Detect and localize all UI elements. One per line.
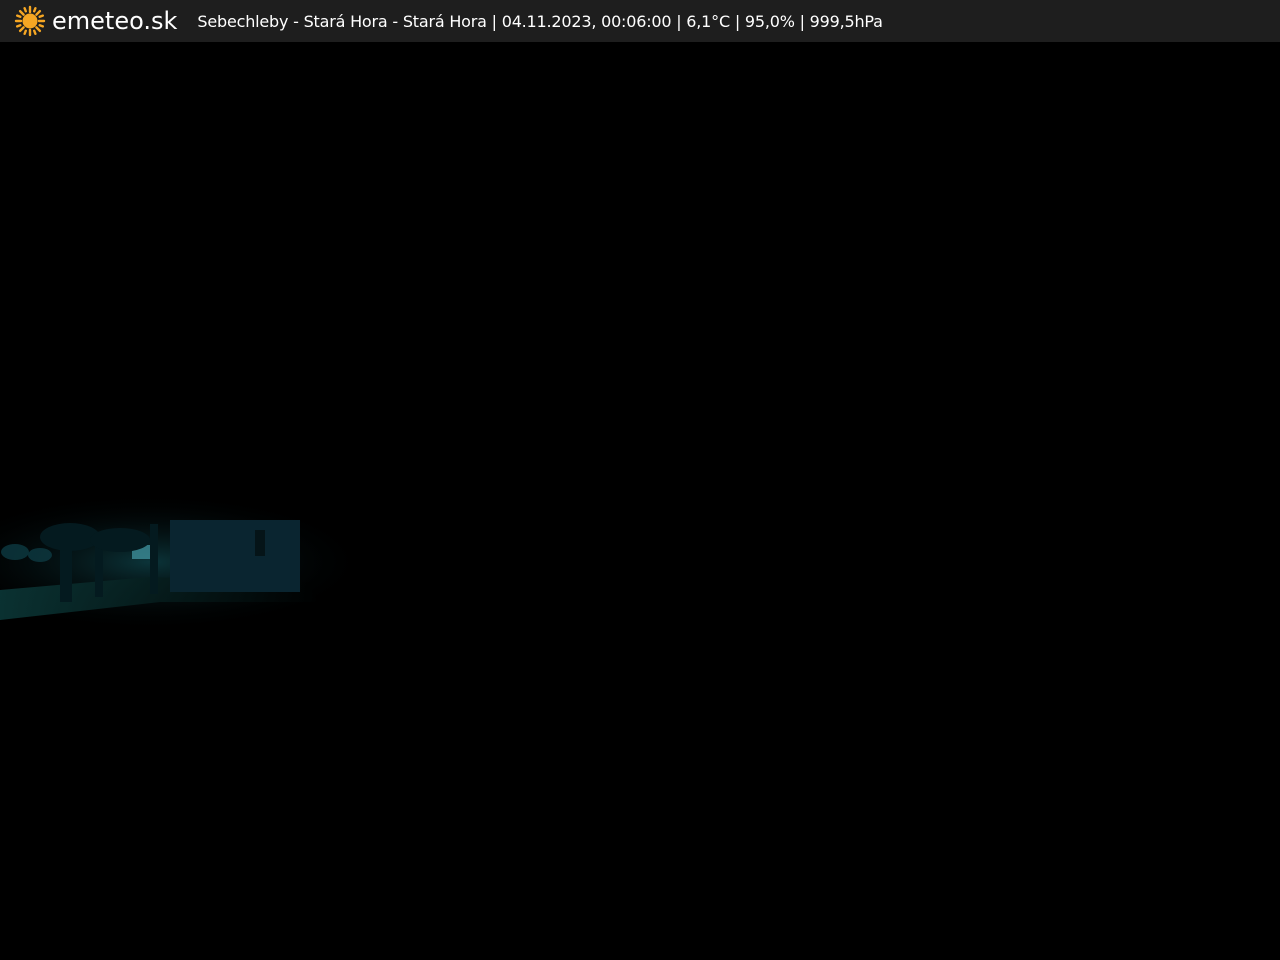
header-bar: emeteo.sk Sebechleby - Stará Hora - Star… xyxy=(0,0,1280,42)
brand-name: emeteo.sk xyxy=(52,7,178,35)
logo[interactable]: emeteo.sk xyxy=(14,0,177,42)
building-window xyxy=(255,530,265,556)
sun-icon xyxy=(14,5,46,37)
station-caption: Sebechleby - Stará Hora - Stará Hora | 0… xyxy=(197,11,883,31)
building-wall xyxy=(170,520,300,592)
webcam-frame: emeteo.sk Sebechleby - Stará Hora - Star… xyxy=(0,0,1280,960)
webcam-image xyxy=(0,42,1280,960)
